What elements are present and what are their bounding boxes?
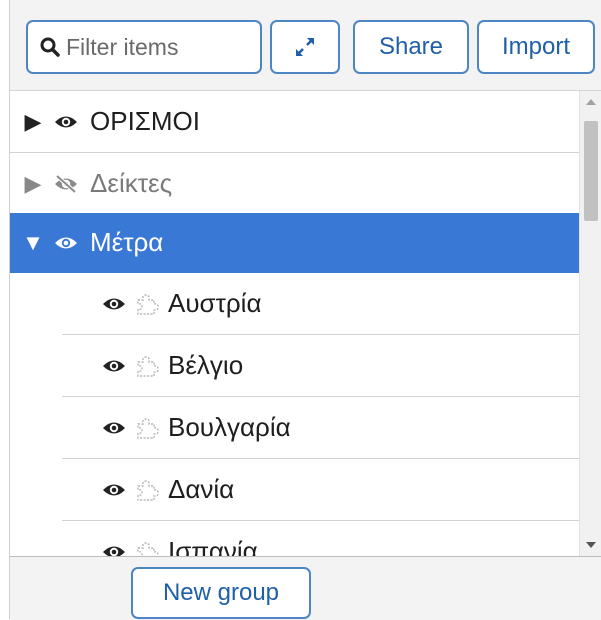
caret-down-icon[interactable]: ▼ (20, 230, 46, 256)
eye-icon[interactable] (102, 544, 126, 556)
puzzle-piece-icon (134, 539, 160, 556)
tree-child-row[interactable]: Βουλγαρία (62, 397, 579, 459)
caret-right-icon[interactable]: ▶ (20, 171, 46, 197)
import-button[interactable]: Import (477, 20, 595, 74)
tree-child-label: Αυστρία (168, 288, 262, 318)
tree-child-row[interactable]: Δανία (62, 459, 579, 521)
scrollbar-thumb[interactable] (584, 121, 598, 221)
layers-panel: Share Import ▶ ΟΡΙΣΜΟΙ ▶ Δείκτες ▼ Μέτρα (9, 0, 601, 620)
footer: New group (10, 556, 601, 620)
scroll-down-icon[interactable] (580, 536, 601, 554)
puzzle-piece-icon (134, 291, 160, 317)
eye-slash-icon[interactable] (54, 174, 78, 193)
tree-group-row[interactable]: ▶ Δείκτες (10, 153, 579, 215)
puzzle-piece-icon (134, 415, 160, 441)
expand-arrows-icon (296, 38, 314, 56)
scroll-up-icon[interactable] (580, 93, 601, 111)
tree-group-label: Δείκτες (90, 168, 173, 198)
puzzle-piece-icon (134, 477, 160, 503)
tree-child-row[interactable]: Ισπανία (62, 521, 579, 556)
new-group-button[interactable]: New group (131, 567, 311, 619)
tree-group-label: Μέτρα (90, 227, 164, 257)
eye-icon[interactable] (102, 358, 126, 374)
tree-group-label: ΟΡΙΣΜΟΙ (90, 106, 200, 136)
filter-input[interactable] (66, 33, 246, 61)
eye-icon[interactable] (54, 235, 78, 251)
tree-group-row-selected[interactable]: ▼ Μέτρα (10, 213, 579, 273)
eye-icon[interactable] (54, 114, 78, 130)
tree-child-label: Βέλγιο (168, 350, 244, 380)
layer-tree: ▶ ΟΡΙΣΜΟΙ ▶ Δείκτες ▼ Μέτρα Αυστρία Βέλγ… (10, 90, 601, 556)
caret-right-icon[interactable]: ▶ (20, 109, 46, 135)
filter-box[interactable] (26, 20, 262, 74)
tree-child-label: Δανία (168, 474, 235, 504)
tree-child-row[interactable]: Αυστρία (62, 273, 579, 335)
search-icon (40, 37, 60, 57)
expand-button[interactable] (270, 20, 340, 74)
share-button[interactable]: Share (353, 20, 469, 74)
tree-child-label: Βουλγαρία (168, 412, 291, 442)
tree-child-label: Ισπανία (168, 536, 258, 556)
vertical-scrollbar[interactable] (579, 91, 601, 556)
eye-icon[interactable] (102, 296, 126, 312)
eye-icon[interactable] (102, 420, 126, 436)
eye-icon[interactable] (102, 482, 126, 498)
tree-group-row[interactable]: ▶ ΟΡΙΣΜΟΙ (10, 91, 579, 153)
tree-child-row[interactable]: Βέλγιο (62, 335, 579, 397)
puzzle-piece-icon (134, 353, 160, 379)
toolbar: Share Import (10, 0, 601, 90)
